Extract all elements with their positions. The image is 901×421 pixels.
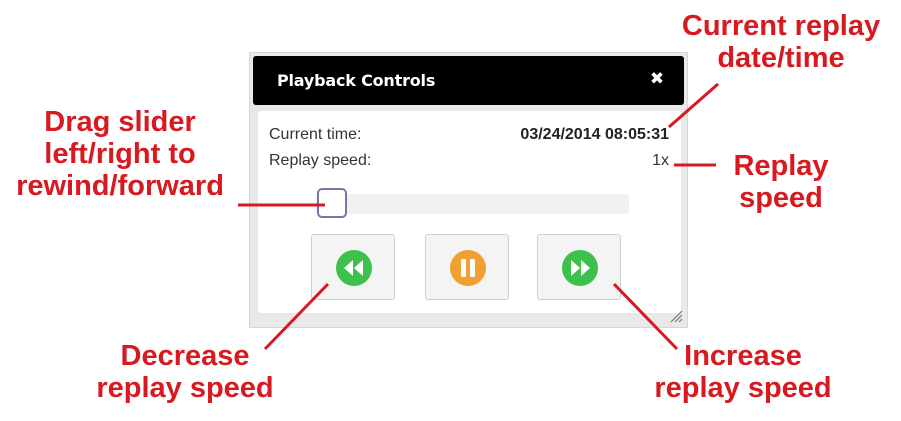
- annotation-decrease-speed: Decrease replay speed: [80, 340, 290, 404]
- dialog-content: Current time: 03/24/2014 08:05:31 Replay…: [258, 111, 681, 313]
- replay-speed-label: Replay speed:: [269, 152, 372, 169]
- replay-slider-track[interactable]: [316, 194, 629, 214]
- current-time-row: Current time: 03/24/2014 08:05:31: [269, 126, 669, 148]
- annotation-line: replay speed: [96, 372, 274, 404]
- annotation-increase-speed: Increase replay speed: [638, 340, 848, 404]
- annotation-slider: Drag slider left/right to rewind/forward: [4, 106, 236, 202]
- rewind-icon: [336, 250, 372, 286]
- current-time-label: Current time:: [269, 126, 362, 143]
- current-time-value: 03/24/2014 08:05:31: [520, 126, 669, 143]
- annotation-line: rewind/forward: [16, 170, 224, 202]
- dialog-title: Playback Controls: [277, 71, 436, 90]
- replay-speed-value: 1x: [652, 152, 669, 169]
- pause-icon: [450, 250, 486, 286]
- annotation-line: speed: [739, 182, 823, 214]
- annotation-line: date/time: [717, 42, 845, 74]
- dialog-titlebar[interactable]: Playback Controls ✖: [253, 56, 684, 105]
- increase-speed-button[interactable]: [537, 234, 621, 300]
- annotation-line: Current replay: [681, 10, 881, 42]
- resize-grip-icon[interactable]: [669, 309, 683, 323]
- annotation-line: replay speed: [654, 372, 832, 404]
- replay-slider-handle[interactable]: [317, 188, 347, 218]
- pause-button[interactable]: [425, 234, 509, 300]
- annotation-replay-speed: Replay speed: [716, 150, 846, 214]
- fast-forward-icon: [562, 250, 598, 286]
- annotation-line: left/right to: [44, 138, 196, 170]
- decrease-speed-button[interactable]: [311, 234, 395, 300]
- playback-controls-dialog: Playback Controls ✖ Current time: 03/24/…: [249, 52, 688, 328]
- annotation-line: Increase: [684, 340, 802, 372]
- replay-speed-row: Replay speed: 1x: [269, 152, 669, 174]
- annotation-line: Replay: [733, 150, 829, 182]
- annotation-line: Decrease: [120, 340, 250, 372]
- close-icon[interactable]: ✖: [648, 70, 666, 88]
- annotation-line: Drag slider: [44, 106, 196, 138]
- annotation-current-time: Current replay date/time: [666, 10, 896, 74]
